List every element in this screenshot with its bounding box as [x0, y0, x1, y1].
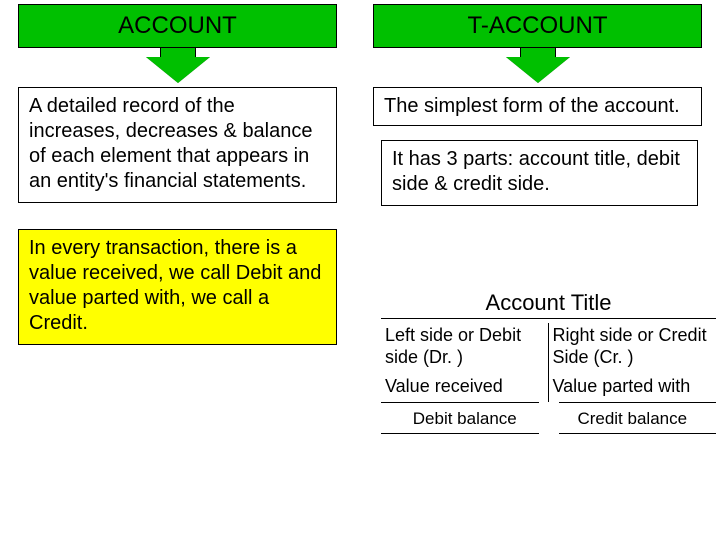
t-account-diagram: Account Title Left side or Debit side (D…: [381, 290, 716, 434]
arrow-down-icon: [0, 47, 355, 83]
t-right-column: Right side or Credit Side (Cr. ) Value p…: [549, 323, 717, 402]
t-credit-balance: Credit balance: [549, 409, 717, 429]
t-account-title: Account Title: [381, 290, 716, 319]
t-balances-row: Debit balance Credit balance: [381, 409, 716, 429]
t-right-side-label: Right side or Credit Side (Cr. ): [553, 325, 713, 368]
three-parts-box: It has 3 parts: account title, debit sid…: [381, 140, 698, 206]
t-underline: [381, 433, 716, 434]
banner-taccount: T-ACCOUNT: [373, 4, 702, 48]
t-debit-balance: Debit balance: [381, 409, 549, 429]
arrow-down-icon: [355, 47, 720, 83]
right-column: T-ACCOUNT The simplest form of the accou…: [355, 0, 720, 206]
debit-credit-box: In every transaction, there is a value r…: [18, 229, 337, 345]
simplest-form-box: The simplest form of the account.: [373, 87, 702, 126]
t-left-side-label: Left side or Debit side (Dr. ): [385, 325, 544, 368]
left-column: ACCOUNT A detailed record of the increas…: [0, 0, 355, 345]
t-left-value: Value received: [385, 376, 544, 398]
t-right-value: Value parted with: [553, 376, 713, 398]
banner-taccount-label: T-ACCOUNT: [468, 12, 608, 39]
banner-account-label: ACCOUNT: [118, 12, 237, 39]
t-left-column: Left side or Debit side (Dr. ) Value rec…: [381, 323, 549, 402]
account-definition-box: A detailed record of the increases, decr…: [18, 87, 337, 203]
banner-account: ACCOUNT: [18, 4, 337, 48]
t-underline: [381, 402, 716, 403]
